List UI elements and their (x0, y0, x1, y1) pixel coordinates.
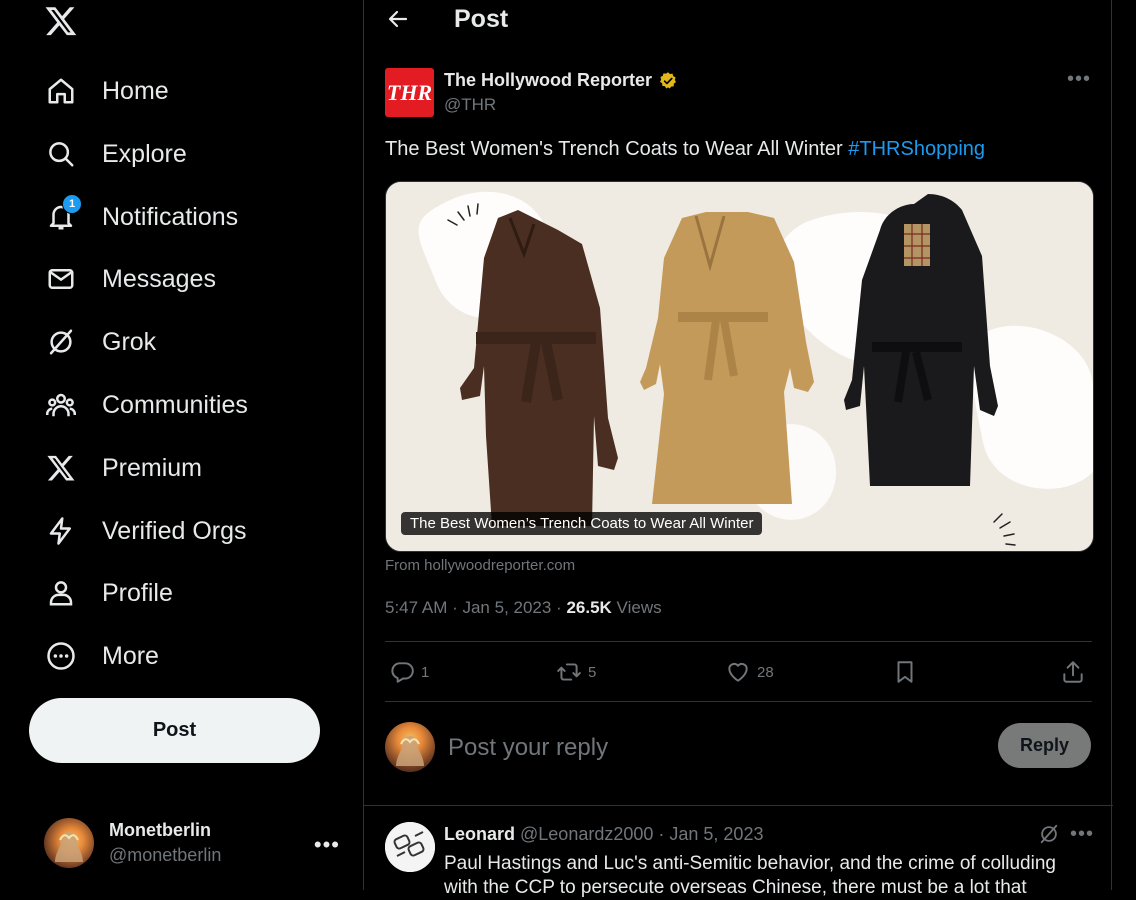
sidebar-nav: Home Explore 1 Notifications Messages Gr… (0, 0, 363, 890)
sidebar-item-premium[interactable]: Premium (34, 442, 214, 494)
sidebar-item-messages[interactable]: Messages (34, 253, 228, 305)
divider (385, 641, 1092, 642)
page-header: Post (364, 0, 1113, 40)
link-card[interactable]: The Best Women’s Trench Coats to Wear Al… (385, 181, 1094, 552)
bookmark-icon (897, 661, 913, 683)
x-logo-icon (47, 455, 75, 481)
views-count: 26.5K (566, 598, 612, 617)
post-actions: 1 5 28 (385, 652, 1092, 692)
sidebar-item-label: Explore (102, 139, 187, 168)
account-name: Monetberlin (109, 820, 211, 840)
reply-count: 1 (421, 663, 430, 681)
reply-action[interactable]: 1 (389, 652, 429, 692)
avatar-image (55, 832, 83, 862)
avatar-image (385, 822, 435, 872)
sidebar-item-profile[interactable]: Profile (34, 567, 185, 619)
sidebar-item-verified-orgs[interactable]: Verified Orgs (34, 505, 259, 557)
reply-icon (391, 662, 414, 683)
more-icon[interactable]: ••• (314, 832, 340, 858)
back-arrow-icon[interactable] (386, 7, 410, 31)
verified-badge-icon (660, 71, 676, 88)
more-circle-icon (47, 642, 75, 670)
home-icon (48, 78, 74, 104)
avatar (44, 818, 94, 868)
account-handle: @monetberlin (109, 845, 222, 865)
sidebar-item-label: Home (102, 76, 169, 105)
author-name-row[interactable]: The Hollywood Reporter (444, 70, 678, 91)
sidebar-item-label: Messages (102, 264, 216, 293)
share-action[interactable] (1060, 652, 1086, 692)
grok-icon (49, 329, 73, 355)
avatar-image (396, 736, 424, 766)
sidebar-item-label: Premium (102, 453, 203, 482)
avatar (385, 722, 435, 772)
divider (364, 805, 1113, 806)
repost-icon (557, 663, 581, 681)
notifications-icon-wrap: 1 (46, 194, 82, 232)
card-image (386, 182, 1093, 551)
sidebar-item-notifications[interactable]: 1 Notifications (34, 191, 250, 243)
reply-input[interactable] (446, 729, 970, 767)
sidebar-item-grok[interactable]: Grok (34, 316, 168, 368)
repost-action[interactable]: 5 (556, 652, 596, 692)
divider (385, 701, 1092, 702)
author-name[interactable]: The Hollywood Reporter (444, 70, 652, 91)
reply-button[interactable]: Reply (998, 723, 1091, 768)
comment-header: Leonard @Leonardz2000 · Jan 5, 2023 (444, 824, 763, 845)
author-handle[interactable]: @THR (444, 95, 496, 115)
comment-author-name[interactable]: Leonard (444, 824, 515, 844)
person-icon (49, 581, 73, 606)
account-switcher[interactable]: Monetberlin @monetberlin ••• (34, 808, 354, 878)
sidebar-item-more[interactable]: More (34, 630, 171, 682)
card-source[interactable]: From hollywoodreporter.com (385, 557, 575, 574)
comment-avatar[interactable] (385, 822, 435, 872)
sidebar-item-label: Verified Orgs (102, 516, 247, 545)
post-text: The Best Women's Trench Coats to Wear Al… (385, 138, 985, 161)
sidebar-item-explore[interactable]: Explore (34, 128, 199, 180)
notification-badge: 1 (62, 194, 82, 214)
sidebar-item-label: Communities (102, 390, 248, 419)
post-timestamp[interactable]: 5:47 AM · Jan 5, 2023 · (385, 598, 566, 617)
comment-text: Paul Hastings and Luc's anti-Semitic beh… (444, 853, 1056, 898)
comment-author-handle[interactable]: @Leonardz2000 (515, 824, 653, 844)
lightning-icon (49, 517, 71, 545)
like-action[interactable]: 28 (725, 652, 774, 692)
post-button[interactable]: Post (29, 698, 320, 763)
views-label: Views (611, 598, 662, 617)
post-body-text: The Best Women's Trench Coats to Wear Al… (385, 138, 849, 160)
page-title: Post (454, 5, 509, 33)
sidebar-item-label: More (102, 641, 159, 670)
heart-icon (728, 662, 748, 682)
search-icon (49, 142, 74, 167)
communities-icon (46, 393, 76, 417)
repost-count: 5 (588, 663, 597, 681)
more-icon[interactable]: ••• (1070, 823, 1094, 846)
grok-icon[interactable] (1038, 823, 1060, 845)
sidebar-item-home[interactable]: Home (34, 65, 181, 117)
sidebar-item-label: Notifications (102, 202, 239, 231)
x-logo-icon[interactable] (44, 4, 78, 38)
hashtag-link[interactable]: #THRShopping (848, 138, 985, 160)
account-names: Monetberlin @monetberlin (109, 820, 221, 866)
comment-date[interactable]: · Jan 5, 2023 (653, 824, 763, 844)
card-caption: The Best Women’s Trench Coats to Wear Al… (401, 512, 763, 535)
more-icon[interactable]: ••• (1067, 68, 1091, 91)
bookmark-action[interactable] (892, 652, 918, 692)
author-avatar[interactable]: THR (385, 68, 434, 117)
post-detail-column: Post THR The Hollywood Reporter @THR •••… (363, 0, 1113, 898)
share-icon (1063, 661, 1083, 683)
like-count: 28 (757, 663, 774, 681)
sidebar-item-communities[interactable]: Communities (34, 379, 260, 431)
mail-icon (48, 269, 74, 289)
post-meta: 5:47 AM · Jan 5, 2023 · 26.5K Views (385, 598, 662, 618)
sidebar-item-label: Grok (102, 327, 157, 356)
sidebar-item-label: Profile (102, 578, 173, 607)
